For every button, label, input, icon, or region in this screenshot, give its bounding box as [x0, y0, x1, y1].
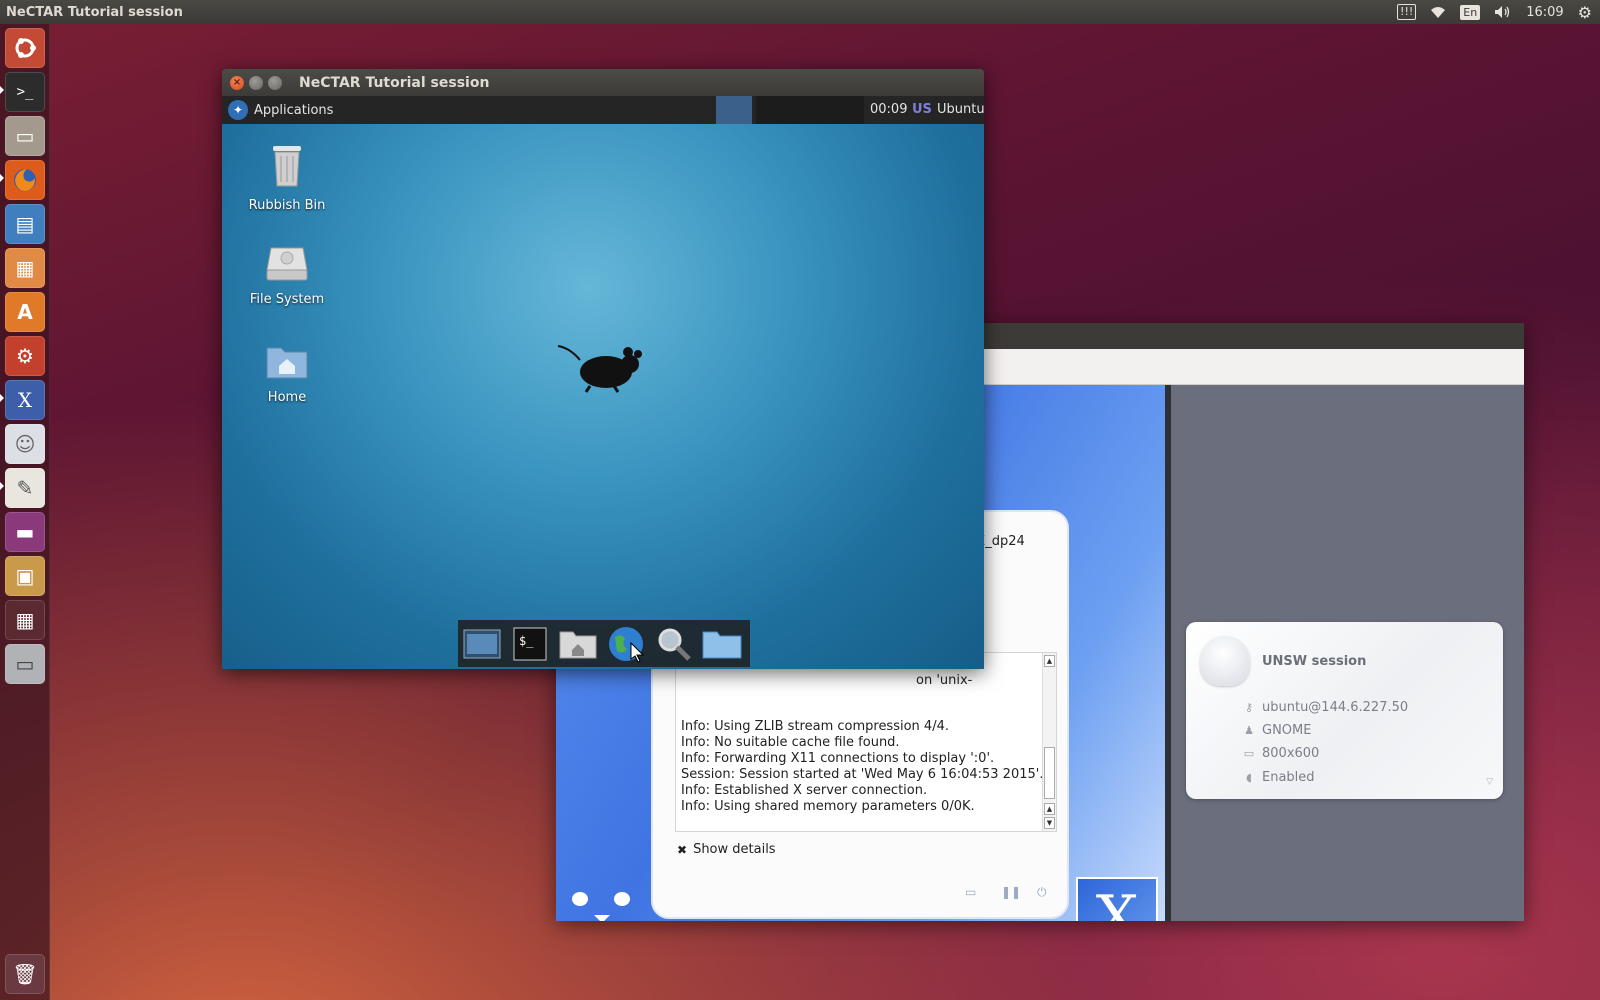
- disk-icon[interactable]: ▭: [5, 644, 45, 684]
- session-resolution: 800x600: [1262, 746, 1320, 761]
- session-sound: Enabled: [1262, 770, 1315, 785]
- session-card-name: UNSW session: [1262, 654, 1367, 669]
- scroll-up-icon[interactable]: ▲: [1044, 655, 1055, 667]
- workspaces-icon[interactable]: ▦: [5, 600, 45, 640]
- log-line: Info: Using shared memory parameters 0/0…: [681, 799, 975, 814]
- workspace-3[interactable]: [792, 96, 828, 124]
- workspace-1[interactable]: [716, 96, 752, 124]
- x2go-client-icon[interactable]: X: [5, 380, 45, 420]
- log-line: Session: Session started at 'Wed May 6 1…: [681, 767, 1044, 782]
- xfce-mouse-icon[interactable]: ✦: [228, 100, 248, 120]
- pause-icon[interactable]: ❚❚: [1001, 885, 1021, 899]
- folder-icon[interactable]: ▭: [965, 885, 976, 899]
- trash-icon[interactable]: 🗑: [5, 954, 45, 994]
- remote-session-window: × NeCTAR Tutorial session ✦ Applications…: [222, 69, 985, 669]
- session-list-pane: UNSW session ⚷ ubuntu@144.6.227.50 ♟ GNO…: [1165, 385, 1524, 921]
- scroll-thumb[interactable]: [1044, 747, 1055, 799]
- active-window-title: NeCTAR Tutorial session: [6, 4, 183, 20]
- desktop-icon-home[interactable]: Home: [232, 342, 342, 405]
- show-details-toggle[interactable]: ✖ Show details: [677, 842, 776, 857]
- hard-drive-icon: [232, 244, 342, 286]
- session-log: on 'unix- Info: Using ZLIB stream compre…: [675, 652, 1057, 832]
- volume-icon[interactable]: [1494, 5, 1512, 19]
- workspace-2[interactable]: [756, 96, 792, 124]
- panel-clock[interactable]: 00:09: [870, 102, 907, 117]
- clock[interactable]: 16:09: [1526, 5, 1563, 20]
- session-desktop-row: ♟ GNOME: [1242, 723, 1311, 738]
- log-scrollbar[interactable]: ▲ ▲ ▼: [1042, 653, 1056, 831]
- web-browser-icon[interactable]: [606, 624, 646, 664]
- settings-icon[interactable]: ⚙: [1578, 3, 1592, 22]
- display-icon: ▭: [1243, 747, 1255, 760]
- impress-icon[interactable]: ▦: [5, 248, 45, 288]
- user-menu[interactable]: Ubuntu: [937, 102, 985, 117]
- terminal-icon[interactable]: $_: [510, 624, 550, 664]
- gnome-foot-icon: ♟: [1244, 724, 1254, 737]
- log-line: Info: Established X server connection.: [681, 783, 928, 798]
- xfce-mouse-logo: [556, 344, 646, 398]
- log-line: Info: Using ZLIB stream compression 4/4.: [681, 719, 949, 734]
- software-center-icon[interactable]: A: [5, 292, 45, 332]
- minimize-icon[interactable]: [249, 75, 263, 90]
- terminal-icon[interactable]: >_: [5, 72, 45, 112]
- log-line: Info: Forwarding X11 connections to disp…: [681, 751, 995, 766]
- top-panel: NeCTAR Tutorial session !!! En 16:09 ⚙: [0, 0, 1600, 24]
- show-desktop-icon[interactable]: [462, 624, 502, 664]
- trash-icon: [232, 144, 342, 192]
- desktop-icon-rubbish-bin[interactable]: Rubbish Bin: [232, 144, 342, 213]
- xfce-panel: ✦ Applications 00:09 US Ubuntu: [222, 96, 985, 124]
- keyboard-layout-icon[interactable]: !!!: [1397, 4, 1417, 20]
- session-desktop: GNOME: [1262, 723, 1312, 738]
- session-resolution-row: ▭ 800x600: [1242, 746, 1320, 761]
- archive-manager-icon[interactable]: ▣: [5, 556, 45, 596]
- text-editor-icon[interactable]: ✎: [5, 468, 45, 508]
- maximize-icon[interactable]: [268, 75, 282, 90]
- speaker-icon: ◖: [1246, 771, 1252, 784]
- log-line: on 'unix-: [916, 673, 973, 688]
- wifi-icon[interactable]: [1430, 6, 1446, 19]
- x2go-seal-logo: [566, 885, 640, 921]
- session-sound-row: ◖ Enabled: [1242, 770, 1315, 785]
- ubuntu-dash-icon[interactable]: [5, 28, 45, 68]
- home-icon[interactable]: [558, 624, 598, 664]
- window-title: NeCTAR Tutorial session: [299, 74, 490, 91]
- home-folder-icon: [232, 342, 342, 384]
- close-icon: ✖: [677, 842, 688, 857]
- log-line: Info: No suitable cache file found.: [681, 735, 900, 750]
- desktop-icon-file-system[interactable]: File System: [232, 244, 342, 307]
- power-icon[interactable]: ⏻: [1037, 885, 1047, 900]
- key-icon: ⚷: [1244, 701, 1254, 714]
- session-card[interactable]: UNSW session ⚷ ubuntu@144.6.227.50 ♟ GNO…: [1186, 622, 1503, 799]
- xfce-desktop: Rubbish Bin File System Home $_: [222, 124, 984, 669]
- folder-icon[interactable]: [702, 624, 742, 664]
- workspace-4[interactable]: [828, 96, 864, 124]
- desktop-icon-label: File System: [249, 292, 325, 307]
- desktop-icon-label: Rubbish Bin: [248, 198, 326, 213]
- session-host: ubuntu@144.6.227.50: [1262, 700, 1409, 715]
- seal-avatar-icon: [1200, 636, 1250, 686]
- session-host-row: ⚷ ubuntu@144.6.227.50: [1242, 700, 1408, 715]
- writer-icon[interactable]: ▤: [5, 204, 45, 244]
- desktop-icon-label: Home: [267, 390, 307, 405]
- close-icon[interactable]: ×: [230, 75, 244, 90]
- files-icon[interactable]: ▭: [5, 116, 45, 156]
- xfce-dock: $_: [458, 620, 750, 667]
- x-server-logo: X: [1076, 877, 1158, 921]
- keyboard-indicator[interactable]: En: [1460, 4, 1481, 20]
- firefox-icon[interactable]: [5, 160, 45, 200]
- scroll-down-icon[interactable]: ▼: [1044, 817, 1055, 829]
- window-titlebar[interactable]: × NeCTAR Tutorial session: [222, 69, 984, 96]
- search-icon[interactable]: [654, 624, 694, 664]
- app-icon[interactable]: ▬: [5, 512, 45, 552]
- keyboard-layout[interactable]: US: [912, 102, 932, 117]
- expand-icon[interactable]: ▽: [1486, 777, 1493, 787]
- launcher: >_ ▭ ▤ ▦ A ⚙ X ☺ ✎ ▬ ▣ ▦ ▭ 🗑: [0, 24, 50, 1000]
- x2go-seal-icon[interactable]: ☺: [5, 424, 45, 464]
- system-settings-icon[interactable]: ⚙: [5, 336, 45, 376]
- session-name-partial: E_dp24: [977, 534, 1025, 549]
- applications-menu[interactable]: Applications: [254, 103, 333, 118]
- show-details-label: Show details: [693, 842, 776, 857]
- svg-text:$_: $_: [519, 634, 534, 648]
- scroll-up-icon[interactable]: ▲: [1044, 803, 1055, 815]
